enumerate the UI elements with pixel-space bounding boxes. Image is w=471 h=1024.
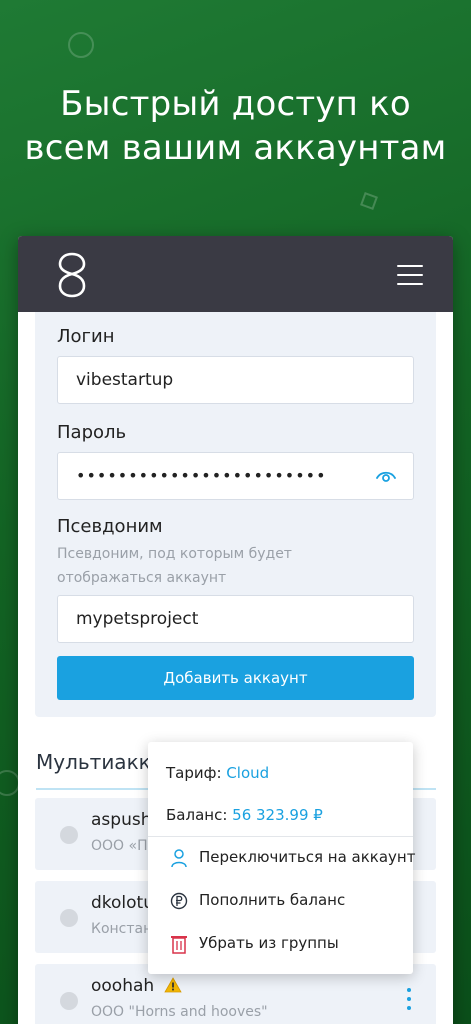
alias-label: Псевдоним [57, 516, 163, 537]
promo-headline: Быстрый доступ ко всем вашим аккаунтам [0, 82, 471, 170]
more-options-icon[interactable] [406, 988, 412, 1010]
account-radio[interactable] [60, 909, 78, 927]
account-company: Констан [91, 921, 153, 937]
alias-hint-line-2: отображаться аккаунт [57, 570, 227, 586]
alias-input[interactable]: mypetsproject [57, 595, 414, 643]
remove-from-group-label: Убрать из группы [199, 934, 339, 952]
switch-account-label: Переключиться на аккаунт [199, 848, 416, 866]
switch-account-menu-item[interactable]: Переключиться на аккаунт [148, 838, 416, 880]
app-header [18, 236, 453, 312]
decor-circle [68, 32, 94, 58]
password-label: Пароль [57, 422, 127, 443]
trash-icon [171, 936, 187, 954]
account-radio[interactable] [60, 992, 78, 1010]
password-input[interactable]: •••••••••••••••••••••••• [57, 452, 414, 500]
login-label: Логин [57, 326, 115, 347]
top-up-balance-menu-item[interactable]: Пополнить баланс [148, 881, 413, 923]
decor-diamond [360, 192, 378, 210]
balance-line: Баланс: 56 323.99 ₽ [166, 806, 323, 824]
account-name: ooohah [91, 976, 155, 996]
login-input[interactable]: vibestartup [57, 356, 414, 404]
account-company: ООО "Horns and hooves" [91, 1004, 268, 1020]
show-password-eye-icon[interactable] [375, 466, 397, 486]
account-name: aspush [91, 810, 152, 830]
account-name-with-warning: ooohah [91, 976, 182, 996]
tariff-value: Cloud [226, 764, 270, 782]
hamburger-menu-icon[interactable] [397, 265, 423, 285]
balance-label: Баланс: [166, 806, 228, 824]
warning-icon [163, 977, 182, 993]
logo-icon[interactable] [54, 250, 90, 300]
multiaccount-title: Мультиаккаунт [36, 750, 156, 774]
headline-line-2: всем вашим аккаунтам [24, 128, 447, 168]
password-value: •••••••••••••••••••••••• [76, 466, 327, 485]
decor-arc [0, 770, 20, 796]
tariff-label: Тариф: [166, 764, 222, 782]
tariff-line: Тариф: Cloud [166, 764, 269, 782]
add-account-form: Логин vibestartup Пароль •••••••••••••••… [35, 312, 436, 717]
balance-value: 56 323.99 ₽ [232, 806, 323, 824]
popup-divider [148, 836, 413, 837]
account-company: ООО «П [91, 838, 148, 854]
account-name: dkolotu [91, 893, 154, 913]
headline-line-1: Быстрый доступ ко [60, 84, 411, 124]
account-context-menu: Тариф: Cloud Баланс: 56 323.99 ₽ Переклю… [148, 742, 416, 974]
alias-hint-line-1: Псевдоним, под которым будет [57, 546, 292, 562]
remove-from-group-menu-item[interactable]: Убрать из группы [148, 924, 413, 966]
add-account-button[interactable]: Добавить аккаунт [57, 656, 414, 700]
user-icon [171, 849, 187, 868]
account-radio[interactable] [60, 826, 78, 844]
ruble-coin-icon [170, 892, 188, 910]
top-up-balance-label: Пополнить баланс [199, 891, 346, 909]
